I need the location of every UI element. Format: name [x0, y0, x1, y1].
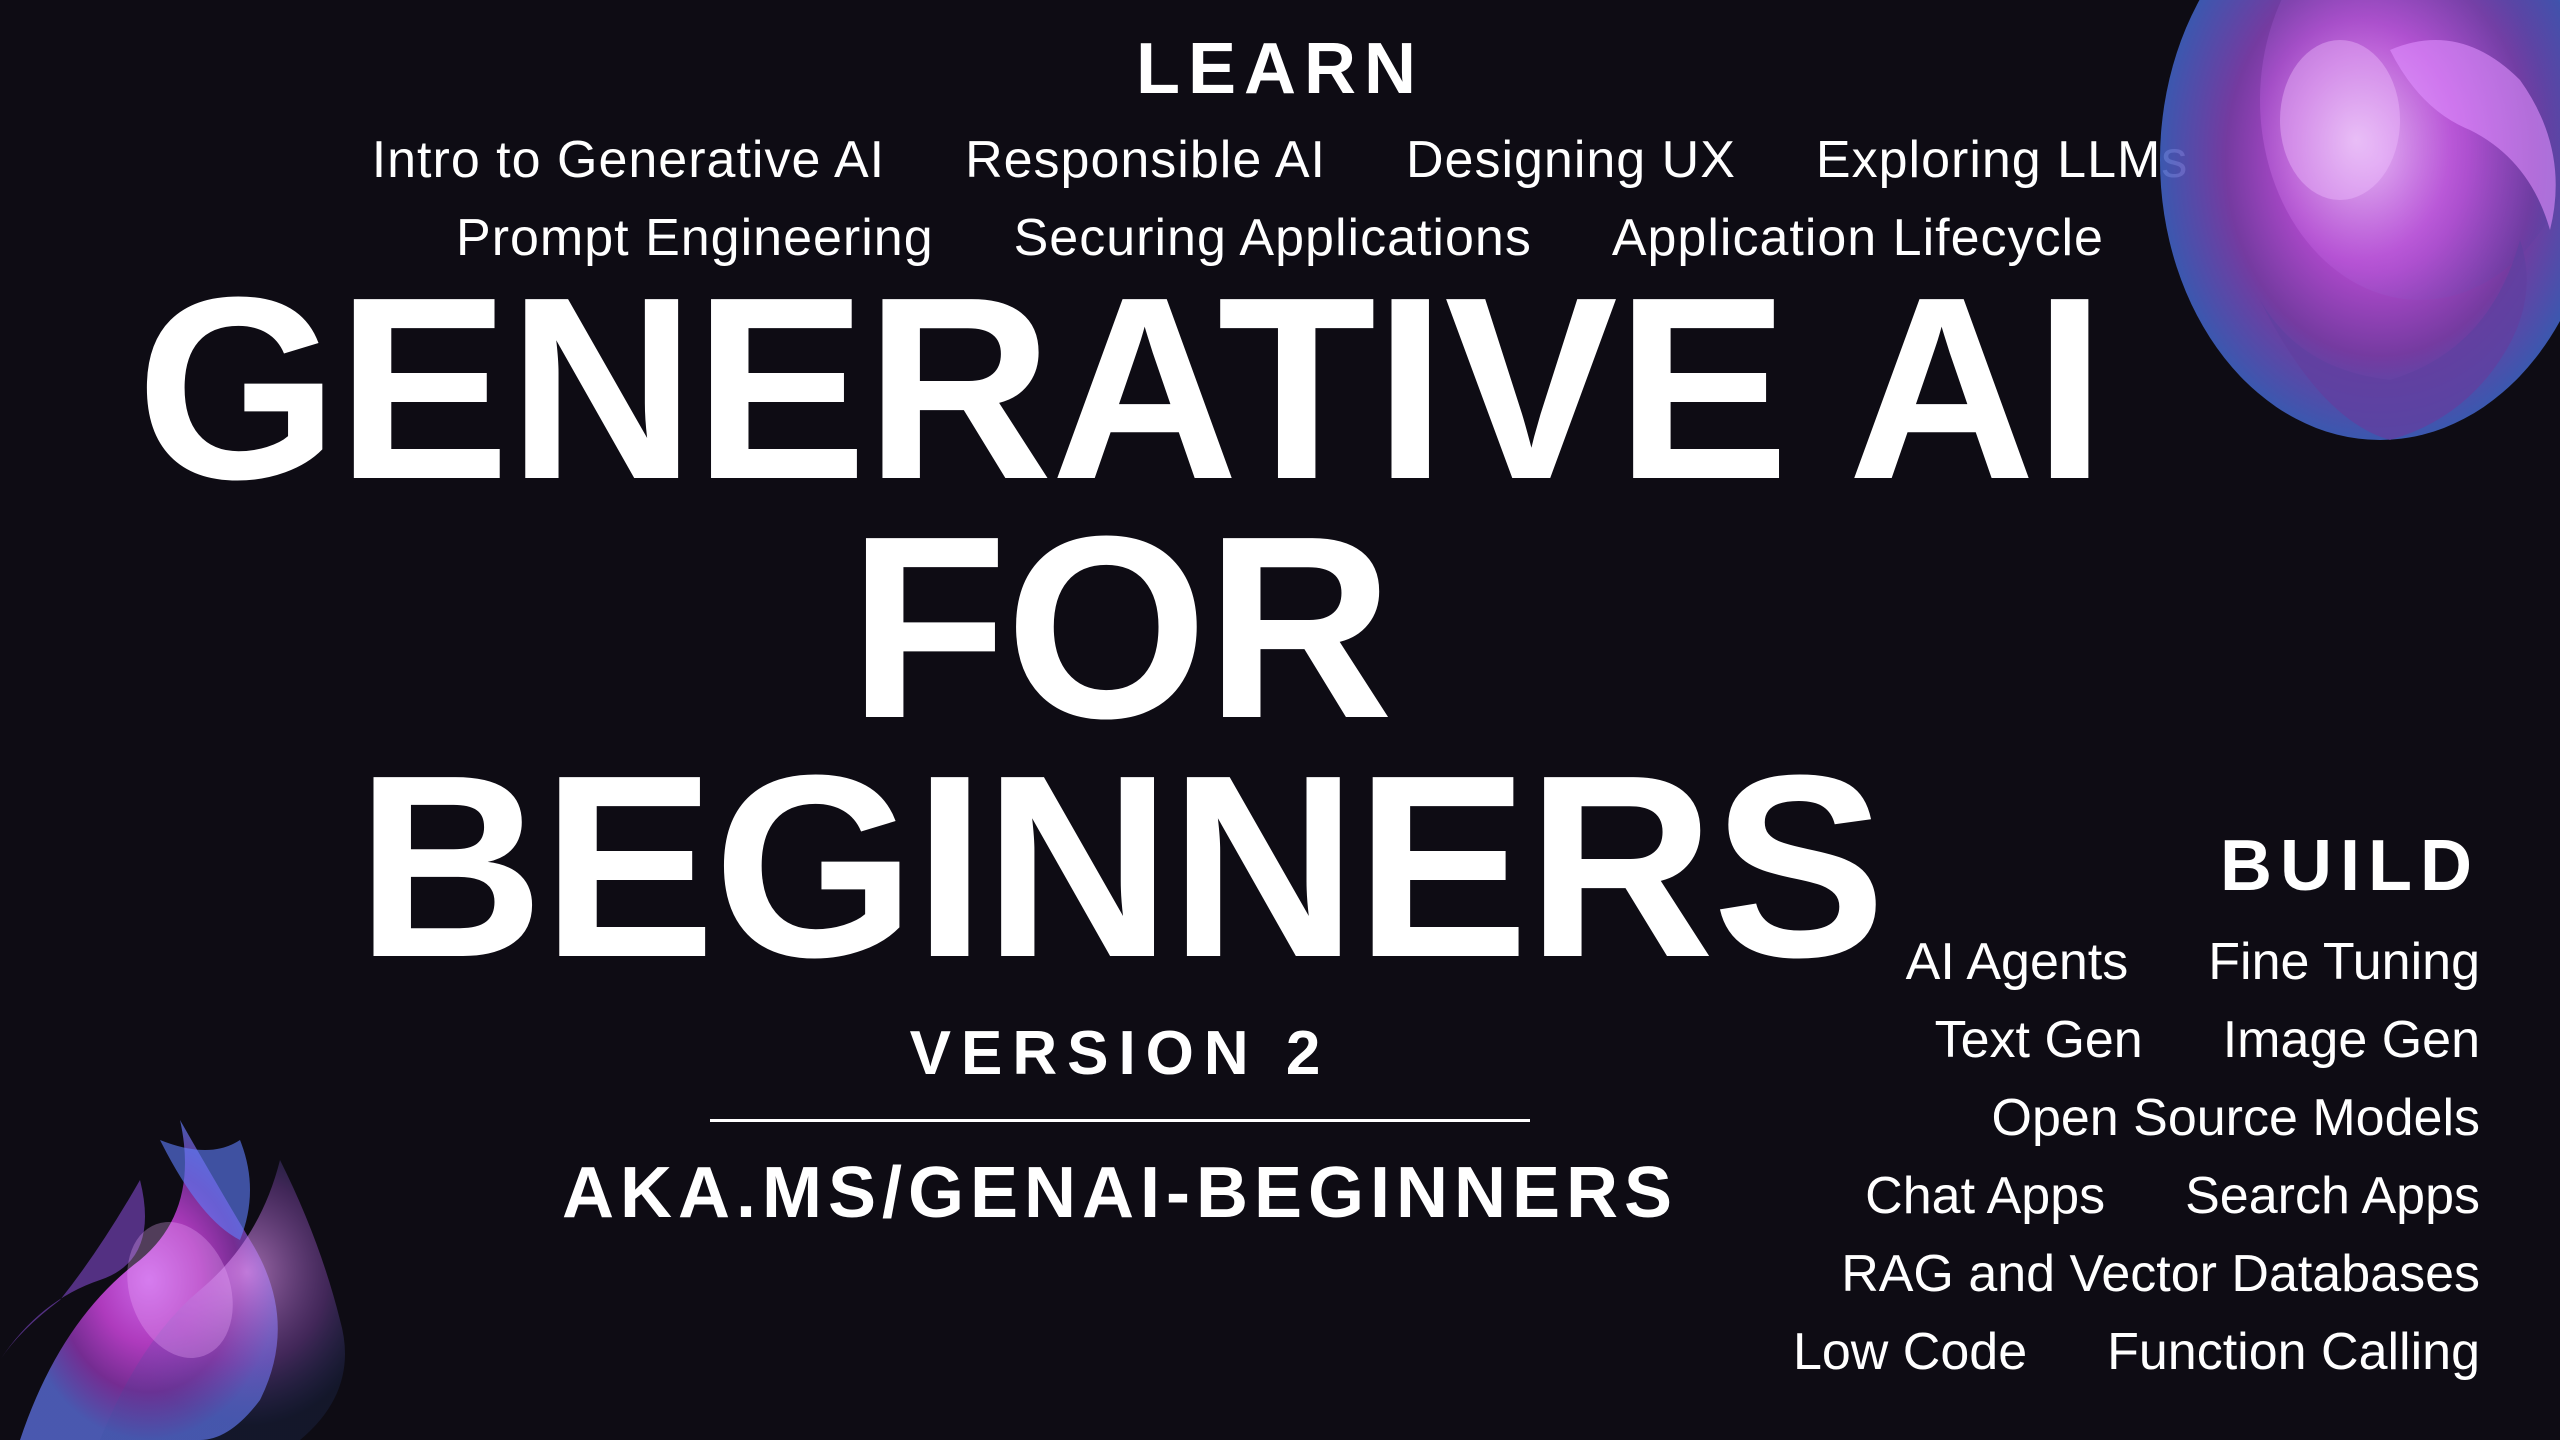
build-item-searchapps[interactable]: Search Apps [2185, 1166, 2480, 1226]
build-row-2: Text Gen Image Gen [1793, 1010, 2480, 1070]
build-item-opensource[interactable]: Open Source Models [1992, 1088, 2481, 1148]
build-row-1: AI Agents Fine Tuning [1793, 932, 2480, 992]
blob-bottom-left-svg [0, 940, 420, 1440]
build-item-rag[interactable]: RAG and Vector Databases [1841, 1244, 2480, 1304]
learn-item-responsible[interactable]: Responsible AI [965, 130, 1326, 190]
learn-item-ux[interactable]: Designing UX [1406, 130, 1736, 190]
build-item-chatapps[interactable]: Chat Apps [1865, 1166, 2105, 1226]
build-row-4: Chat Apps Search Apps [1793, 1166, 2480, 1226]
build-item-lowcode[interactable]: Low Code [1793, 1322, 2027, 1382]
build-row-6: Low Code Function Calling [1793, 1322, 2480, 1382]
build-item-textgen[interactable]: Text Gen [1935, 1010, 2143, 1070]
build-label: BUILD [1793, 825, 2480, 907]
title-line-2: FOR [0, 509, 2240, 748]
blob-top-right [2040, 0, 2560, 440]
build-row-5: RAG and Vector Databases [1793, 1244, 2480, 1304]
blob-bottom-left [0, 940, 420, 1440]
divider [710, 1119, 1530, 1122]
learn-item-intro[interactable]: Intro to Generative AI [372, 130, 885, 190]
title-line-1: GENERATIVE AI [0, 270, 2240, 509]
build-item-functioncalling[interactable]: Function Calling [2107, 1322, 2480, 1382]
build-row-3: Open Source Models [1793, 1088, 2480, 1148]
build-item-finetuning[interactable]: Fine Tuning [2208, 932, 2480, 992]
build-item-agents[interactable]: AI Agents [1906, 932, 2129, 992]
blob-top-right-svg [2040, 0, 2560, 440]
build-item-imagegen[interactable]: Image Gen [2223, 1010, 2480, 1070]
build-section: BUILD AI Agents Fine Tuning Text Gen Ima… [1793, 825, 2480, 1400]
page-container: LEARN Intro to Generative AI Responsible… [0, 0, 2560, 1440]
